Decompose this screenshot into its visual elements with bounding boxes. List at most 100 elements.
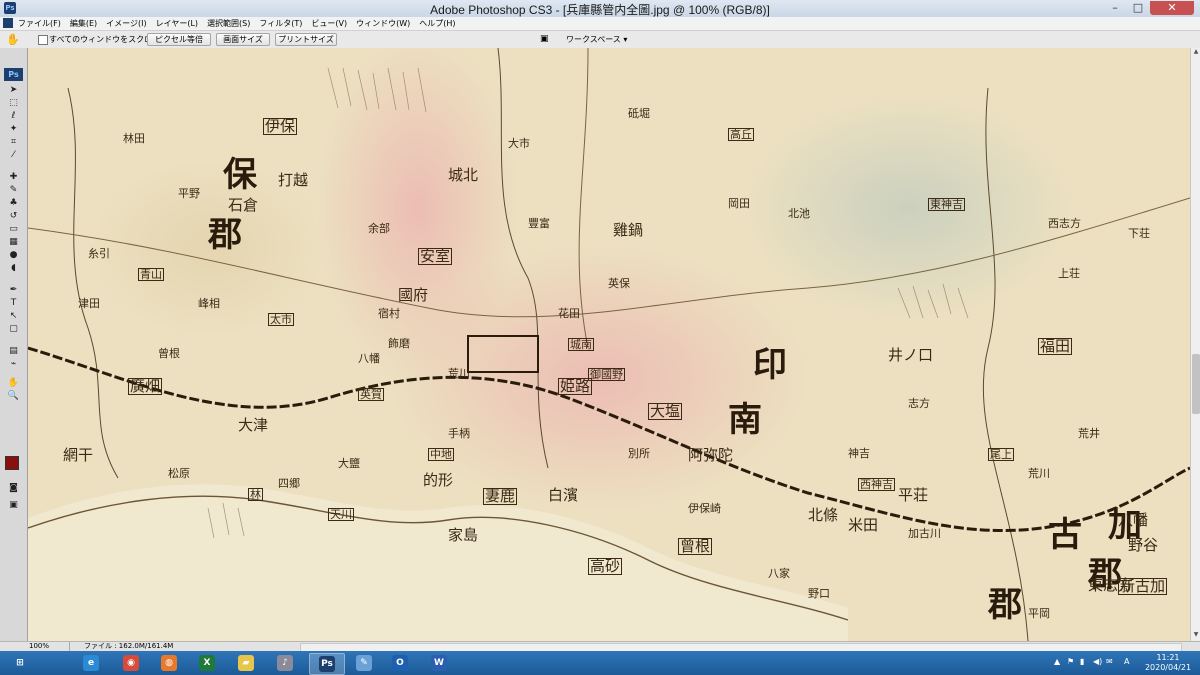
ps-menu-icon[interactable]	[3, 18, 13, 28]
tray-icon-1[interactable]: ⚑	[1067, 657, 1074, 666]
minimize-button[interactable]: –	[1104, 1, 1126, 15]
quick-mask-icon[interactable]: ◙	[6, 483, 21, 494]
healing-brush-icon[interactable]: ✚	[6, 172, 21, 183]
workspace-menu[interactable]: ワークスペース ▾	[566, 34, 627, 45]
map-place-label: 安室	[418, 247, 453, 265]
chrome-icon: ◉	[123, 655, 139, 671]
map-district-label: 南	[728, 400, 762, 440]
taskbar: ⊞ e ◉ ◍ X ▰ ♪ Ps ✎ O W ▲ ⚑ ▮ ◀) ✉ A 11:21 2020/04/21	[0, 651, 1200, 675]
menu-item-8[interactable]: ヘルプ(H)	[419, 17, 455, 30]
scroll-all-windows-checkbox[interactable]	[38, 35, 48, 45]
outlook-icon: O	[392, 655, 408, 671]
scroll-down-icon[interactable]: ▼	[1192, 631, 1200, 641]
ime-indicator[interactable]: A	[1124, 657, 1129, 666]
map-village-label: 余部	[368, 222, 390, 235]
paint-taskbar-button[interactable]: ✎	[347, 653, 381, 673]
type-tool-icon[interactable]: T	[6, 298, 21, 309]
path-select-icon[interactable]: ↖	[6, 311, 21, 322]
slice-tool-icon[interactable]: ⁄	[6, 150, 21, 161]
menu-item-1[interactable]: 編集(E)	[70, 17, 97, 30]
tray-icon-4[interactable]: ✉	[1106, 657, 1113, 666]
menu-list: ファイル(F) 編集(E) イメージ(I) レイヤー(L) 選択範囲(S) フィルタ(T)…	[18, 17, 456, 30]
window-title: Adobe Photoshop CS3 - [兵庫縣管内全圖.jpg @ 100…	[430, 3, 770, 17]
firefox-taskbar-button[interactable]: ◍	[152, 653, 186, 673]
map-village-label: 平岡	[1028, 607, 1050, 620]
map-village-label: 八家	[768, 567, 790, 580]
actual-pixels-button[interactable]: ピクセル等倍	[147, 33, 211, 46]
chrome-taskbar-button[interactable]: ◉	[114, 653, 148, 673]
brush-tool-icon[interactable]: ✎	[6, 185, 21, 196]
menu-item-2[interactable]: イメージ(I)	[106, 17, 146, 30]
map-place-label: 打越	[278, 171, 309, 189]
zoom-tool-icon[interactable]: 🔍	[6, 391, 21, 402]
photoshop-taskbar-button[interactable]: Ps	[309, 653, 345, 675]
scroll-up-icon[interactable]: ▲	[1192, 48, 1200, 58]
magic-wand-icon[interactable]: ✦	[6, 124, 21, 135]
map-village-label: 岡田	[728, 197, 750, 210]
map-village-label: 飾磨	[388, 337, 410, 350]
vertical-scrollbar[interactable]: ▲ ▼	[1190, 48, 1200, 641]
blur-tool-icon[interactable]: ●	[6, 250, 21, 261]
tray-icon-3[interactable]: ◀)	[1093, 657, 1102, 666]
hand-tool-icon[interactable]: ✋	[6, 378, 21, 389]
outlook-taskbar-button[interactable]: O	[383, 653, 417, 673]
maximize-button[interactable]: □	[1127, 1, 1149, 15]
map-village-label: 宿村	[378, 307, 400, 320]
clone-stamp-icon[interactable]: ♣	[6, 198, 21, 209]
map-village-label: 中地	[428, 448, 454, 461]
hand-tool-preset-icon[interactable]: ✋	[6, 33, 20, 46]
clock-time: 11:21	[1156, 653, 1180, 662]
map-place-label: 平荘	[898, 486, 929, 504]
print-size-button[interactable]: プリントサイズ	[275, 33, 337, 46]
screen-mode-icon[interactable]: ▣	[6, 500, 21, 511]
system-tray: ▲ ⚑ ▮ ◀) ✉ A 11:21 2020/04/21	[1050, 651, 1200, 675]
map-place-label: 妻鹿	[483, 487, 518, 505]
map-village-label: 峰相	[198, 297, 220, 310]
history-brush-icon[interactable]: ↺	[6, 211, 21, 222]
map-village-label: 荒井	[1078, 427, 1100, 440]
menu-item-4[interactable]: 選択範囲(S)	[207, 17, 250, 30]
pen-tool-icon[interactable]: ✒	[6, 285, 21, 296]
document-canvas[interactable]: 保郡印南郡加古郡伊保 打越 石倉 安室 雞鍋 國府 大塩 阿弥陀 大津 曾根 平荘 東志方 新古加 八幡野…	[28, 48, 1190, 641]
zoom-level[interactable]: 100%	[29, 642, 70, 651]
tray-icon-2[interactable]: ▮	[1080, 657, 1084, 666]
dodge-tool-icon[interactable]: ◖	[6, 263, 21, 274]
menu-item-5[interactable]: フィルタ(T)	[259, 17, 302, 30]
close-button[interactable]: ✕	[1150, 1, 1194, 15]
map-village-label: 林田	[123, 132, 145, 145]
start-button-taskbar-button[interactable]: ⊞	[3, 653, 37, 673]
file-info[interactable]: ファイル : 162.0M/161.4M	[84, 642, 173, 651]
menu-item-3[interactable]: レイヤー(L)	[156, 17, 198, 30]
clock[interactable]: 11:21 2020/04/21	[1142, 653, 1194, 673]
shape-tool-icon[interactable]: ▢	[6, 324, 21, 335]
gradient-tool-icon[interactable]: ▦	[6, 237, 21, 248]
start-button: ⊞	[16, 658, 24, 668]
foreground-color-swatch[interactable]	[5, 456, 19, 470]
map-village-label: 御國野	[588, 368, 625, 381]
menu-item-7[interactable]: ウィンドウ(W)	[356, 17, 410, 30]
ie-taskbar-button[interactable]: e	[74, 653, 108, 673]
scrollbar-thumb[interactable]	[1192, 354, 1200, 414]
map-village-label: 太市	[268, 313, 294, 326]
itunes-taskbar-button[interactable]: ♪	[268, 653, 302, 673]
fit-screen-button[interactable]: 画面サイズ	[216, 33, 270, 46]
explorer-taskbar-button[interactable]: ▰	[229, 653, 263, 673]
eraser-tool-icon[interactable]: ▭	[6, 224, 21, 235]
move-tool-icon[interactable]: ➤	[6, 85, 21, 96]
tray-icon-0[interactable]: ▲	[1054, 657, 1060, 666]
tools-panel: Ps ➤ ⬚ ℓ ✦ ⌗ ⁄ ✚ ✎ ♣ ↺ ▭ ▦ ● ◖ ✒ T ↖ ▢ ▤ ⌁ ✋ 🔍 ◙ ▣	[0, 48, 28, 641]
crop-tool-icon[interactable]: ⌗	[6, 137, 21, 148]
map-place-label: 大塩	[648, 402, 683, 420]
map-district-label: 郡	[208, 215, 242, 255]
eyedropper-icon[interactable]: ⌁	[6, 359, 21, 370]
bridge-icon[interactable]: ▣	[540, 34, 552, 44]
lasso-tool-icon[interactable]: ℓ	[6, 111, 21, 122]
map-district-label: 郡	[988, 585, 1022, 625]
menu-item-6[interactable]: ビュー(V)	[311, 17, 347, 30]
excel-taskbar-button[interactable]: X	[190, 653, 224, 673]
word-taskbar-button[interactable]: W	[422, 653, 456, 673]
marquee-tool-icon[interactable]: ⬚	[6, 98, 21, 109]
notes-tool-icon[interactable]: ▤	[6, 346, 21, 357]
map-village-label: 城南	[568, 338, 594, 351]
menu-item-0[interactable]: ファイル(F)	[18, 17, 61, 30]
